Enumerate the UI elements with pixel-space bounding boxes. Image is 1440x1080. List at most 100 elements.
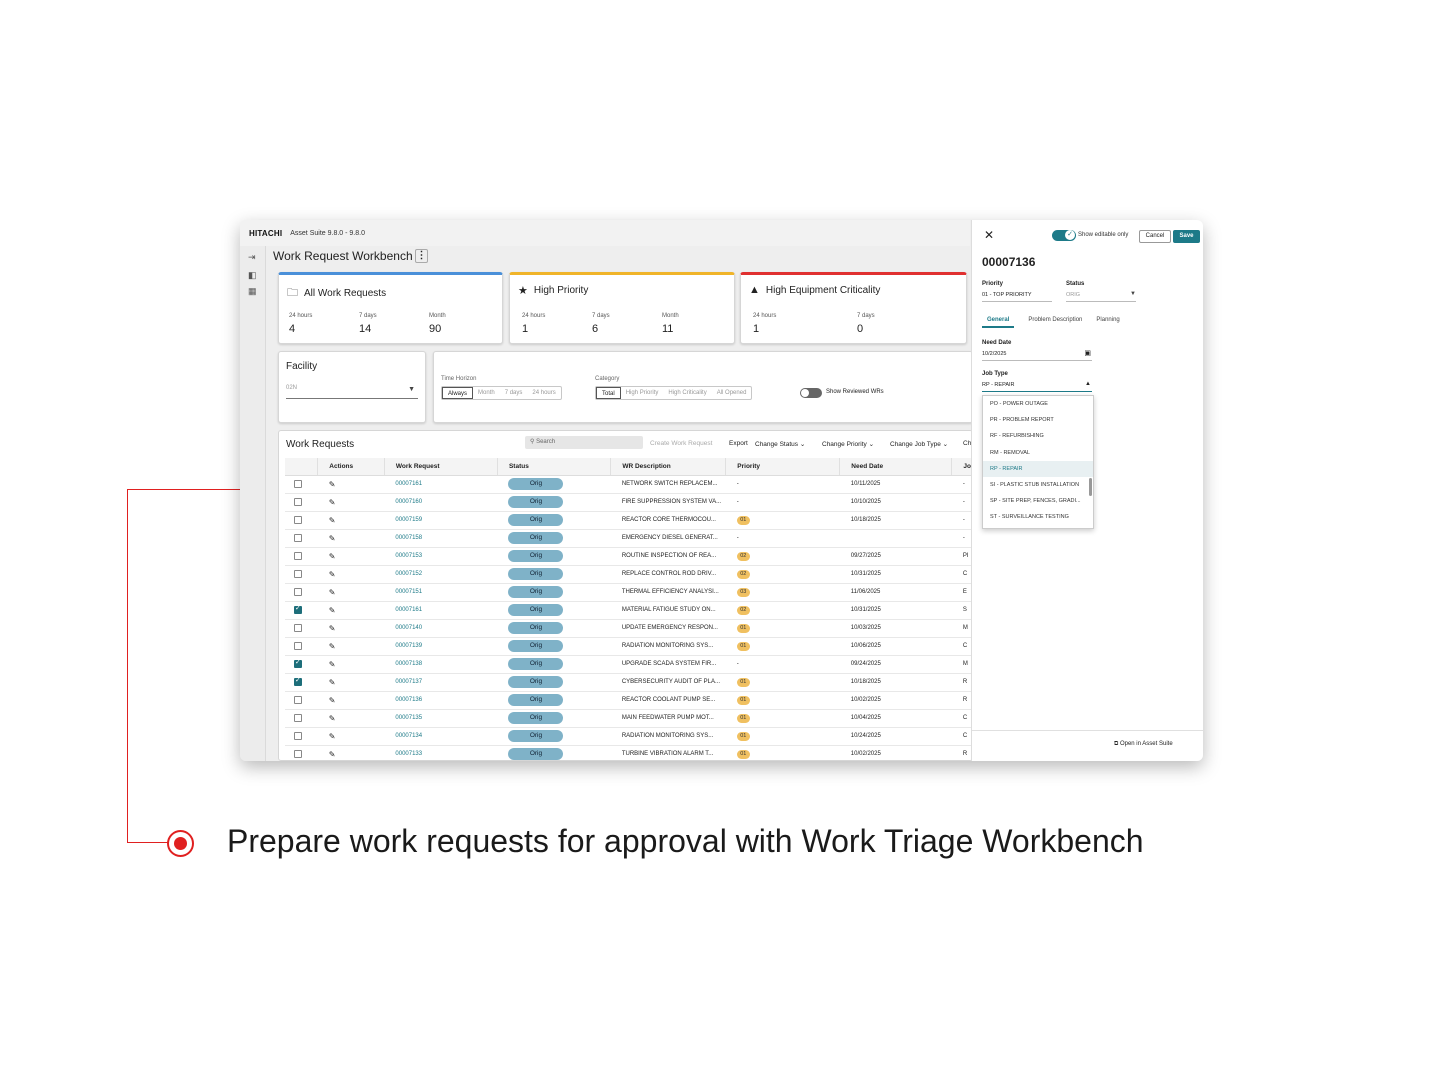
card-high-priority[interactable]: ★ High Priority 24 hours 1 7 days 6 Month 11 (509, 272, 735, 344)
row-checkbox[interactable] (294, 696, 302, 704)
table-row[interactable]: ✎ 00007152 Orig REPLACE CONTROL ROD DRIV… (285, 565, 972, 584)
row-checkbox[interactable] (294, 498, 302, 506)
segment-total[interactable]: Total (596, 387, 621, 399)
column-job-type[interactable]: Jo (951, 458, 972, 476)
table-row[interactable]: ✎ 00007153 Orig ROUTINE INSPECTION OF RE… (285, 547, 972, 566)
work-request-link[interactable]: 00007161 (395, 481, 422, 487)
facility-select[interactable]: 02N ▼ (286, 385, 418, 399)
column-work-request[interactable]: Work Request (384, 458, 498, 476)
edit-pencil-icon[interactable]: ✎ (329, 534, 336, 543)
column-wr-description[interactable]: WR Description (610, 458, 727, 476)
tab-problem-description[interactable]: Problem Description (1028, 317, 1082, 328)
table-row[interactable]: ✎ 00007133 Orig TURBINE VIBRATION ALARM … (285, 745, 972, 761)
edit-pencil-icon[interactable]: ✎ (329, 732, 336, 741)
job-type-option[interactable]: RP - REPAIR (983, 460, 1093, 477)
row-checkbox[interactable] (294, 732, 302, 740)
export-button[interactable]: Export (729, 440, 748, 447)
table-row[interactable]: ✎ 00007158 Orig EMERGENCY DIESEL GENERAT… (285, 529, 972, 548)
work-request-link[interactable]: 00007161 (395, 607, 422, 613)
edit-pencil-icon[interactable]: ✎ (329, 750, 336, 759)
table-row[interactable]: ✎ 00007161 Orig MATERIAL FATIGUE STUDY O… (285, 601, 972, 620)
table-row[interactable]: ✎ 00007161 Orig NETWORK SWITCH REPLACEM.… (285, 475, 972, 494)
job-type-option[interactable]: ST - SURVEILLANCE TESTING (983, 509, 1093, 525)
work-request-link[interactable]: 00007134 (395, 733, 422, 739)
segment-7-days[interactable]: 7 days (500, 387, 528, 399)
table-row[interactable]: ✎ 00007139 Orig RADIATION MONITORING SYS… (285, 637, 972, 656)
work-request-link[interactable]: 00007140 (395, 625, 422, 631)
edit-pencil-icon[interactable]: ✎ (329, 642, 336, 651)
status-field[interactable]: ORIG ▼ (1066, 291, 1136, 302)
table-row[interactable]: ✎ 00007137 Orig CYBERSECURITY AUDIT OF P… (285, 673, 972, 692)
row-checkbox[interactable] (294, 552, 302, 560)
table-row[interactable]: ✎ 00007151 Orig THERMAL EFFICIENCY ANALY… (285, 583, 972, 602)
close-icon[interactable]: ✕ (984, 228, 994, 242)
work-request-link[interactable]: 00007137 (395, 679, 422, 685)
create-work-request-button[interactable]: Create Work Request (650, 440, 712, 447)
change-job-type-button[interactable]: Change Job Type ⌄ (890, 440, 948, 448)
table-row[interactable]: ✎ 00007134 Orig RADIATION MONITORING SYS… (285, 727, 972, 746)
table-row[interactable]: ✎ 00007135 Orig MAIN FEEDWATER PUMP MOT.… (285, 709, 972, 728)
cancel-button[interactable]: Cancel (1139, 230, 1171, 243)
table-row[interactable]: ✎ 00007159 Orig REACTOR CORE THERMOCOU..… (285, 511, 972, 530)
row-checkbox[interactable] (294, 658, 302, 668)
segment-high-criticality[interactable]: High Criticality (663, 387, 711, 399)
edit-pencil-icon[interactable]: ✎ (329, 624, 336, 633)
edit-pencil-icon[interactable]: ✎ (329, 714, 336, 723)
change-status-button[interactable]: Change Status ⌄ (755, 440, 805, 448)
work-request-link[interactable]: 00007151 (395, 589, 422, 595)
card-all-work-requests[interactable]: 🗀 All Work Requests 24 hours 4 7 days 14 Mo… (278, 272, 503, 344)
table-row[interactable]: ✎ 00007138 Orig UPGRADE SCADA SYSTEM FIR… (285, 655, 972, 674)
work-request-link[interactable]: 00007152 (395, 571, 422, 577)
column-actions[interactable]: Actions (317, 458, 385, 476)
work-request-link[interactable]: 00007136 (395, 697, 422, 703)
tab-planning[interactable]: Planning (1096, 317, 1119, 328)
job-type-option[interactable]: RM - REMOVAL (983, 445, 1093, 461)
edit-pencil-icon[interactable]: ✎ (329, 588, 336, 597)
work-request-link[interactable]: 00007133 (395, 751, 422, 757)
job-type-option[interactable]: RF - REFURBISHING (983, 428, 1093, 444)
row-checkbox[interactable] (294, 480, 302, 488)
edit-pencil-icon[interactable]: ✎ (329, 678, 336, 687)
edit-pencil-icon[interactable]: ✎ (329, 570, 336, 579)
segment-high-priority[interactable]: High Priority (621, 387, 664, 399)
job-type-option[interactable]: SI - PLASTIC STUB INSTALLATION (983, 477, 1093, 493)
search-input[interactable]: ⚲ Search (525, 436, 643, 449)
calendar-icon[interactable]: ▦ (248, 286, 257, 297)
work-request-link[interactable]: 00007153 (395, 553, 422, 559)
job-type-option[interactable]: SP - SITE PREP, FENCES, GRADI... (983, 493, 1093, 509)
column-need-date[interactable]: Need Date (839, 458, 953, 476)
priority-field[interactable]: 01 - TOP PRIORITY (982, 292, 1052, 302)
panel-icon[interactable]: ◧ (248, 270, 257, 281)
column-select[interactable] (285, 458, 319, 476)
row-checkbox[interactable] (294, 624, 302, 632)
segment-always[interactable]: Always (442, 387, 474, 399)
row-checkbox[interactable] (294, 642, 302, 650)
open-in-asset-suite-link[interactable]: ⧉ Open in Asset Suite (1114, 741, 1173, 748)
work-request-link[interactable]: 00007159 (395, 517, 422, 523)
work-request-link[interactable]: 00007138 (395, 661, 422, 667)
edit-pencil-icon[interactable]: ✎ (329, 660, 336, 669)
row-checkbox[interactable] (294, 676, 302, 686)
segment-month[interactable]: Month (473, 387, 500, 399)
row-checkbox[interactable] (294, 534, 302, 542)
table-row[interactable]: ✎ 00007136 Orig REACTOR COOLANT PUMP SE.… (285, 691, 972, 710)
row-checkbox[interactable] (294, 516, 302, 524)
dropdown-scrollbar[interactable] (1089, 478, 1092, 496)
table-row[interactable]: ✎ 00007160 Orig FIRE SUPPRESSION SYSTEM … (285, 493, 972, 512)
edit-pencil-icon[interactable]: ✎ (329, 606, 336, 615)
calendar-icon[interactable]: ▣ (1084, 349, 1091, 357)
edit-pencil-icon[interactable]: ✎ (329, 552, 336, 561)
segment-24-hours[interactable]: 24 hours (527, 387, 560, 399)
job-type-option[interactable]: PO - POWER OUTAGE (983, 396, 1093, 412)
collapse-icon[interactable]: ⇥ (248, 252, 256, 263)
column-status[interactable]: Status (497, 458, 612, 476)
work-request-link[interactable]: 00007158 (395, 535, 422, 541)
row-checkbox[interactable] (294, 588, 302, 596)
edit-pencil-icon[interactable]: ✎ (329, 480, 336, 489)
row-checkbox[interactable] (294, 570, 302, 578)
row-checkbox[interactable] (294, 604, 302, 614)
work-request-link[interactable]: 00007160 (395, 499, 422, 505)
column-priority[interactable]: Priority (725, 458, 841, 476)
edit-pencil-icon[interactable]: ✎ (329, 696, 336, 705)
card-high-equipment-criticality[interactable]: ▲ High Equipment Criticality 24 hours 1 7 … (740, 272, 967, 344)
